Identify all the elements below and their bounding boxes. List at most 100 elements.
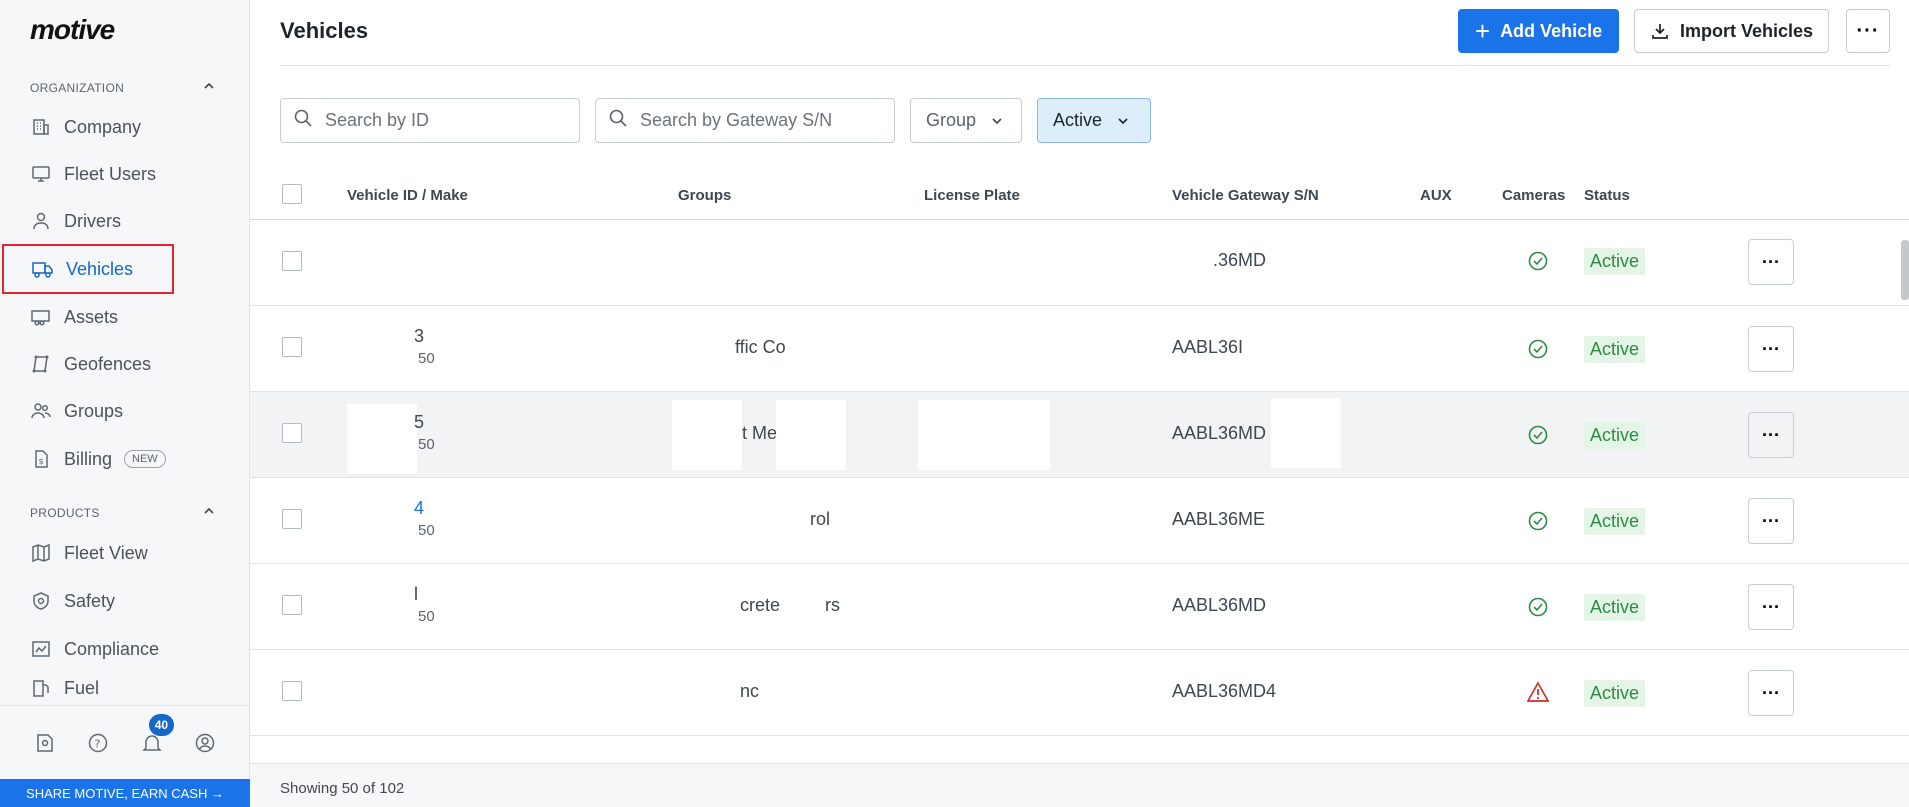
row-more-button[interactable]: ···	[1748, 584, 1794, 630]
row-more-button[interactable]: ···	[1748, 412, 1794, 458]
sidebar-item-compliance[interactable]: Compliance	[2, 624, 174, 674]
help-icon[interactable]: ?	[85, 730, 111, 756]
vehicle-make: 50	[418, 608, 435, 625]
chevron-up-icon[interactable]	[202, 79, 216, 96]
camera-ok-icon	[1528, 339, 1548, 359]
sidebar-item-label: Vehicles	[66, 258, 134, 279]
billing-icon: $	[30, 448, 52, 470]
table-row[interactable]: nc AABL36MD4 Active ···	[250, 650, 1909, 736]
redacted-area	[1271, 398, 1341, 468]
row-checkbox[interactable]	[282, 423, 302, 443]
sidebar-item-fuel[interactable]: Fuel	[2, 670, 174, 706]
row-more-button[interactable]: ···	[1748, 670, 1794, 716]
search-gateway-input[interactable]	[640, 110, 860, 131]
showing-count: Showing 50 of 102	[280, 780, 405, 797]
search-gateway-box[interactable]	[595, 98, 895, 143]
map-pin-book-icon[interactable]	[32, 730, 58, 756]
row-more-button[interactable]: ···	[1748, 498, 1794, 544]
organization-header[interactable]: ORGANIZATION	[30, 81, 216, 95]
sidebar-item-label: Groups	[64, 400, 124, 421]
vehicle-group: nc	[740, 681, 760, 701]
select-all-checkbox[interactable]	[282, 184, 302, 204]
table-footer: Showing 50 of 102	[250, 763, 1909, 807]
sidebar-item-billing[interactable]: $ Billing NEW	[2, 434, 202, 484]
share-motive-banner[interactable]: SHARE MOTIVE, EARN CASH →	[0, 779, 250, 807]
vehicle-make: 50	[418, 522, 435, 539]
chevron-down-icon	[990, 114, 1004, 128]
row-more-button[interactable]: ···	[1748, 326, 1794, 372]
table-row[interactable]: 5 50 t Me AABL36MD Active ···	[250, 392, 1909, 478]
status-badge: Active	[1584, 594, 1646, 621]
row-more-button[interactable]: ···	[1748, 239, 1794, 285]
chevron-down-icon	[1116, 114, 1130, 128]
products-header[interactable]: PRODUCTS	[30, 506, 216, 520]
search-id-input[interactable]	[325, 110, 545, 131]
sidebar-item-groups[interactable]: Groups	[2, 386, 174, 436]
column-aux[interactable]: AUX	[1420, 187, 1452, 204]
vehicle-id[interactable]: 4	[414, 498, 424, 519]
sidebar-item-fleet-view[interactable]: Fleet View	[2, 528, 174, 578]
sidebar-item-geofences[interactable]: Geofences	[2, 339, 174, 389]
table-row[interactable]: 4 50 rol AABL36ME Active ···	[250, 478, 1909, 564]
row-checkbox[interactable]	[282, 509, 302, 529]
vehicle-group: crete rs	[740, 595, 841, 615]
search-icon	[293, 108, 313, 133]
sidebar-item-label: Billing	[64, 448, 113, 469]
column-vehicle[interactable]: Vehicle ID / Make	[347, 187, 468, 204]
camera-warning-icon	[1527, 681, 1549, 702]
camera-ok-icon	[1528, 597, 1548, 617]
vehicle-id[interactable]: 3	[414, 326, 424, 347]
column-license-plate[interactable]: License Plate	[924, 187, 1020, 204]
vehicle-id[interactable]: 5	[414, 412, 424, 433]
column-status[interactable]: Status	[1584, 187, 1630, 204]
search-id-box[interactable]	[280, 98, 580, 143]
camera-ok-icon	[1528, 425, 1548, 445]
vehicle-id[interactable]: l	[414, 584, 418, 605]
table-row[interactable]: .36MD Active ···	[250, 220, 1909, 306]
products-header-label: PRODUCTS	[30, 506, 100, 520]
sidebar-item-label: Drivers	[64, 210, 121, 231]
chevron-up-icon[interactable]	[202, 504, 216, 521]
sidebar-item-label: Company	[64, 116, 142, 137]
notifications-bell-icon[interactable]: 40	[139, 713, 175, 756]
row-checkbox[interactable]	[282, 251, 302, 271]
motive-logo[interactable]: motive	[30, 14, 115, 46]
column-groups[interactable]: Groups	[678, 187, 731, 204]
map-icon	[30, 542, 52, 564]
sidebar-item-label: Compliance	[64, 638, 160, 659]
add-vehicle-label: Add Vehicle	[1500, 20, 1603, 41]
sidebar-item-fleet-users[interactable]: Fleet Users	[2, 149, 174, 199]
status-badge: Active	[1584, 422, 1646, 449]
truck-icon	[32, 258, 54, 280]
status-filter-dropdown[interactable]: Active	[1037, 98, 1151, 143]
group-filter-dropdown[interactable]: Group	[910, 98, 1022, 143]
table-row[interactable]: l 50 crete rs AABL36MD Active ···	[250, 564, 1909, 650]
table-scrollbar-thumb[interactable]	[1901, 240, 1909, 300]
table-row[interactable]: 3 50 ffic Co AABL36I Active ···	[250, 306, 1909, 392]
sidebar-item-label: Fleet View	[64, 542, 148, 563]
sidebar: motive ORGANIZATION Company Fleet Users …	[0, 0, 250, 807]
sidebar-item-drivers[interactable]: Drivers	[2, 196, 174, 246]
trailer-icon	[30, 306, 52, 328]
vehicle-group: rol	[810, 509, 831, 529]
table-scrollbar[interactable]	[1900, 220, 1909, 755]
row-checkbox[interactable]	[282, 681, 302, 701]
sidebar-item-safety[interactable]: Safety	[2, 576, 174, 626]
gateway-sn: .36MD	[1213, 250, 1267, 270]
column-cameras[interactable]: Cameras	[1502, 187, 1565, 204]
row-checkbox[interactable]	[282, 595, 302, 615]
gateway-sn: AABL36MD4	[1172, 681, 1277, 701]
more-actions-button[interactable]: ···	[1846, 9, 1890, 53]
sidebar-item-assets[interactable]: Assets	[2, 292, 174, 342]
sidebar-item-vehicles[interactable]: Vehicles	[2, 244, 174, 294]
column-gateway[interactable]: Vehicle Gateway S/N	[1172, 187, 1319, 204]
camera-ok-icon	[1528, 511, 1548, 531]
shield-icon	[30, 590, 52, 612]
sidebar-item-company[interactable]: Company	[2, 102, 174, 152]
import-vehicles-button[interactable]: Import Vehicles	[1634, 9, 1829, 53]
row-checkbox[interactable]	[282, 337, 302, 357]
add-vehicle-button[interactable]: + Add Vehicle	[1458, 9, 1619, 53]
account-icon[interactable]	[192, 730, 218, 756]
search-icon	[608, 108, 628, 133]
import-vehicles-label: Import Vehicles	[1679, 20, 1814, 41]
